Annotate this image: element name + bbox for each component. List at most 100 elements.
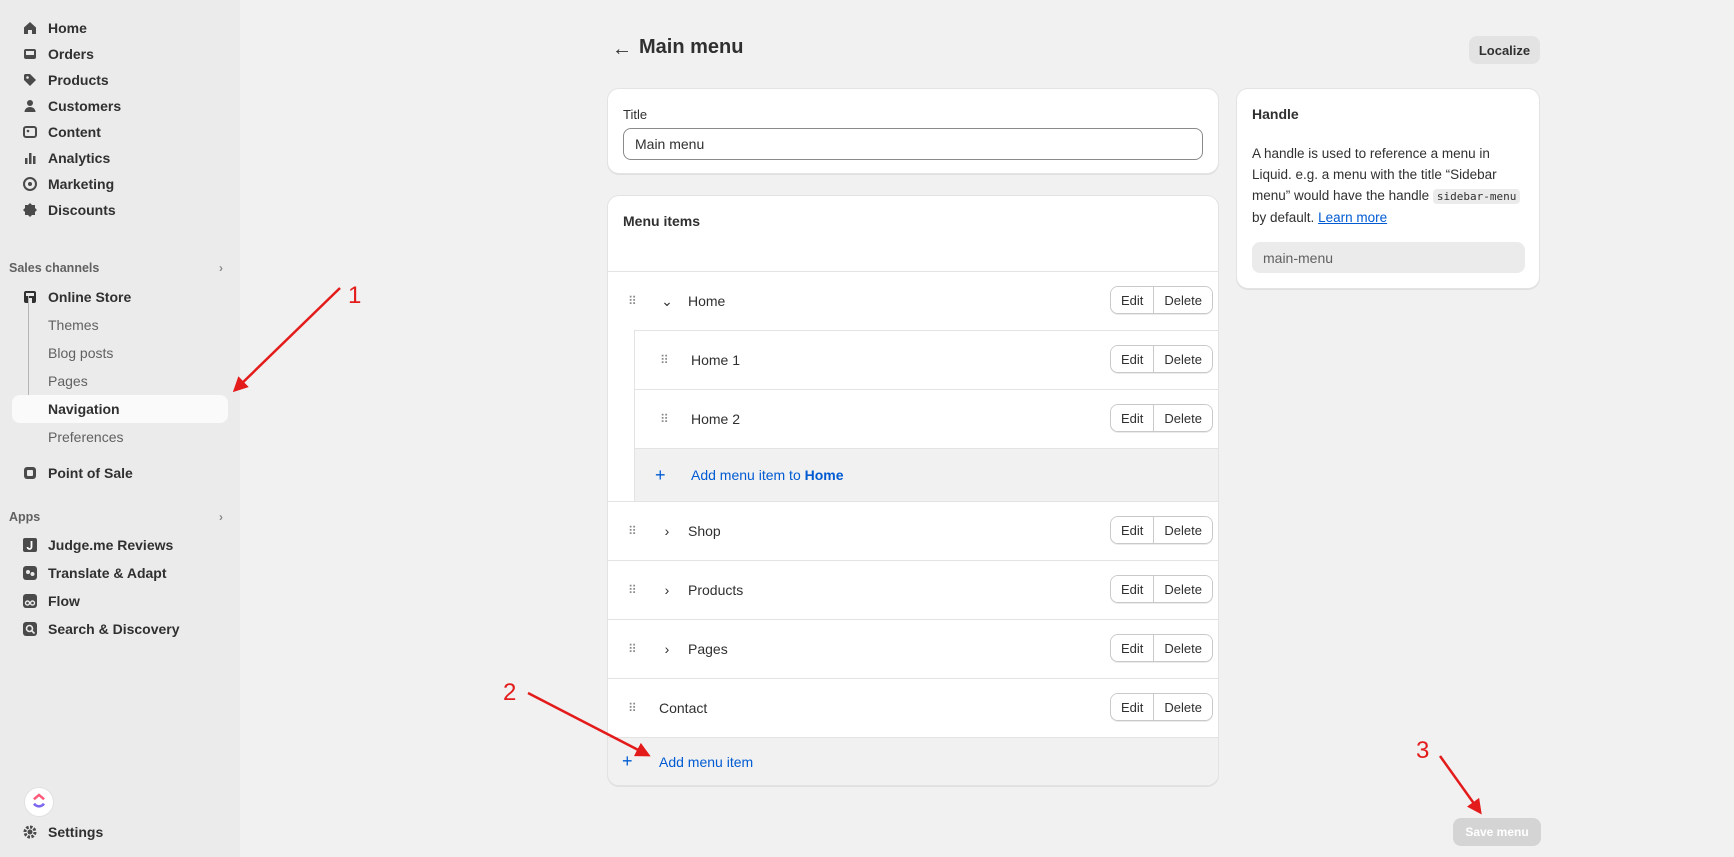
delete-button[interactable]: Delete <box>1153 346 1212 372</box>
delete-button[interactable]: Delete <box>1153 635 1212 661</box>
sidebar-item-label: Point of Sale <box>48 465 133 481</box>
edit-button[interactable]: Edit <box>1111 694 1154 720</box>
edit-button[interactable]: Edit <box>1111 287 1154 313</box>
sidebar-app-judgeme[interactable]: Judge.me Reviews <box>12 531 228 559</box>
localize-button[interactable]: Localize <box>1469 36 1540 64</box>
menu-item-name: Home 1 <box>691 352 741 368</box>
sidebar-item-marketing[interactable]: Marketing <box>12 170 228 198</box>
title-input[interactable] <box>623 128 1203 160</box>
learn-more-link[interactable]: Learn more <box>1318 210 1387 225</box>
sidebar-item-point-of-sale[interactable]: Point of Sale <box>12 459 228 487</box>
chevron-down-icon[interactable]: ⌄ <box>660 293 674 310</box>
menu-item-name: Products <box>688 582 744 598</box>
menu-row-products: ⠿ › Products Edit Delete <box>608 560 1218 619</box>
sidebar-item-label: Analytics <box>48 150 111 166</box>
add-menu-item-to-home[interactable]: + Add menu item to Home <box>634 448 1218 501</box>
add-menu-item-row[interactable]: + Add menu item <box>608 737 1218 785</box>
edit-button[interactable]: Edit <box>1111 405 1154 431</box>
drag-handle-icon[interactable]: ⠿ <box>660 353 669 367</box>
home-icon <box>22 20 38 36</box>
menu-row-home: ⠿ ⌄ Home Edit Delete <box>608 271 1218 330</box>
sidebar-item-label: Flow <box>48 593 80 609</box>
inbox-icon <box>22 46 38 62</box>
chevron-right-icon: › <box>219 510 223 524</box>
drag-handle-icon[interactable]: ⠿ <box>628 294 637 308</box>
row-actions: Edit Delete <box>1110 634 1213 662</box>
image-icon <box>22 124 38 140</box>
discount-icon <box>22 202 38 218</box>
back-arrow-icon[interactable]: ← <box>612 38 632 61</box>
sidebar-app-search-discovery[interactable]: Search & Discovery <box>12 615 228 643</box>
edit-button[interactable]: Edit <box>1111 635 1154 661</box>
sidebar-app-flow[interactable]: Flow <box>12 587 228 615</box>
delete-button[interactable]: Delete <box>1153 694 1212 720</box>
apps-header[interactable]: Apps › <box>9 507 223 527</box>
annotation-number-1: 1 <box>348 282 362 309</box>
sidebar-sub-navigation[interactable]: Navigation <box>12 395 228 423</box>
drag-handle-icon[interactable]: ⠿ <box>628 642 637 656</box>
drag-handle-icon[interactable]: ⠿ <box>628 583 637 597</box>
annotation-arrow-1 <box>232 287 341 393</box>
annotation-number-3: 3 <box>1416 737 1430 764</box>
flow-icon <box>22 593 38 609</box>
add-menu-item-link[interactable]: Add menu item <box>659 754 753 770</box>
menu-row-home-1: ⠿ Home 1 Edit Delete <box>634 330 1218 389</box>
sidebar-item-label: Customers <box>48 98 122 114</box>
sidebar-item-settings[interactable]: Settings <box>12 818 228 846</box>
sidebar-item-orders[interactable]: Orders <box>12 40 228 68</box>
sidebar-item-label: Search & Discovery <box>48 621 180 637</box>
chevron-right-icon[interactable]: › <box>660 523 674 539</box>
sidebar-item-discounts[interactable]: Discounts <box>12 196 228 224</box>
sidebar-item-products[interactable]: Products <box>12 66 228 94</box>
row-actions: Edit Delete <box>1110 286 1213 314</box>
sidebar-item-analytics[interactable]: Analytics <box>12 144 228 172</box>
chevron-right-icon[interactable]: › <box>660 582 674 598</box>
handle-heading: Handle <box>1252 106 1299 122</box>
delete-button[interactable]: Delete <box>1153 287 1212 313</box>
sidebar-app-translate[interactable]: Translate & Adapt <box>12 559 228 587</box>
add-child-link[interactable]: Add menu item to Home <box>691 467 844 483</box>
bar-chart-icon <box>22 150 38 166</box>
row-actions: Edit Delete <box>1110 693 1213 721</box>
plus-icon: + <box>655 464 666 485</box>
sidebar-item-customers[interactable]: Customers <box>12 92 228 120</box>
sales-channels-header[interactable]: Sales channels › <box>9 258 223 278</box>
handle-field[interactable]: main-menu <box>1252 242 1525 273</box>
plus-icon: + <box>622 751 633 771</box>
drag-handle-icon[interactable]: ⠿ <box>660 412 669 426</box>
edit-button[interactable]: Edit <box>1111 576 1154 602</box>
sidebar-item-content[interactable]: Content <box>12 118 228 146</box>
sidebar-item-label: Settings <box>48 824 104 840</box>
sidebar-item-label: Online Store <box>48 289 132 305</box>
menu-item-name: Contact <box>659 700 708 716</box>
sidebar-item-label: Marketing <box>48 176 115 192</box>
judgeme-icon <box>22 537 38 553</box>
target-icon <box>22 176 38 192</box>
clickup-logo-icon[interactable] <box>24 787 54 817</box>
sidebar-sub-preferences[interactable]: Preferences <box>12 423 228 451</box>
search-discovery-icon <box>22 621 38 637</box>
sidebar-item-home[interactable]: Home <box>12 14 228 42</box>
menu-row-contact: ⠿ Contact Edit Delete <box>608 678 1218 737</box>
sidebar-item-online-store[interactable]: Online Store <box>12 283 228 311</box>
sidebar-item-label: Discounts <box>48 202 116 218</box>
store-icon <box>22 289 38 305</box>
delete-button[interactable]: Delete <box>1153 517 1212 543</box>
menu-item-name: Home <box>688 293 726 309</box>
delete-button[interactable]: Delete <box>1153 576 1212 602</box>
chevron-right-icon[interactable]: › <box>660 641 674 657</box>
sidebar-sub-blog-posts[interactable]: Blog posts <box>12 339 228 367</box>
gear-icon <box>22 824 38 840</box>
delete-button[interactable]: Delete <box>1153 405 1212 431</box>
title-label: Title <box>623 107 648 122</box>
edit-button[interactable]: Edit <box>1111 346 1154 372</box>
save-menu-button[interactable]: Save menu <box>1453 818 1541 846</box>
sidebar-sub-pages[interactable]: Pages <box>12 367 228 395</box>
sidebar-sub-themes[interactable]: Themes <box>12 311 228 339</box>
sidebar-item-label: Content <box>48 124 101 140</box>
menu-item-name: Home 2 <box>691 411 741 427</box>
handle-description: A handle is used to reference a menu in … <box>1252 143 1528 228</box>
drag-handle-icon[interactable]: ⠿ <box>628 701 637 715</box>
drag-handle-icon[interactable]: ⠿ <box>628 524 637 538</box>
edit-button[interactable]: Edit <box>1111 517 1154 543</box>
